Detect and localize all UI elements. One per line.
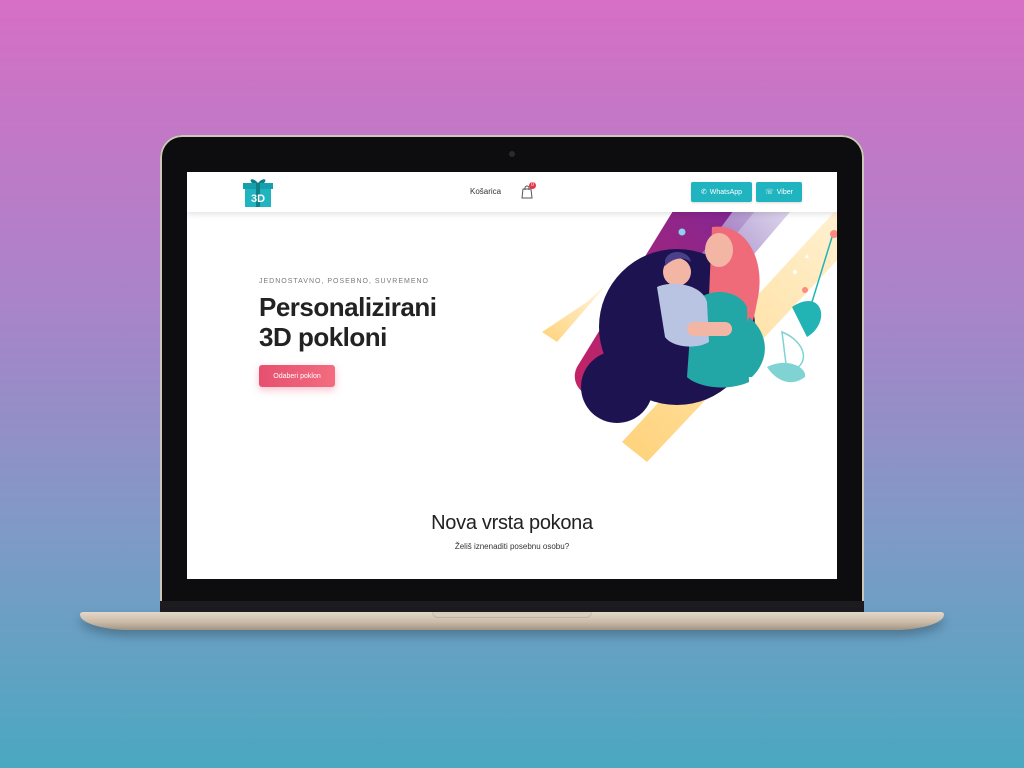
viber-icon: ☏ (765, 189, 774, 196)
laptop-notch (432, 612, 592, 618)
laptop-lid: 3D Košarica 0 ✆ WhatsApp ☏ Viber JEDNOST… (160, 135, 864, 617)
cart-count-badge: 0 (529, 182, 536, 189)
section-title: Nova vrsta pokona (431, 512, 593, 534)
hero-title-line1: Personalizirani (259, 292, 437, 322)
viber-button[interactable]: ☏ Viber (756, 182, 802, 202)
site-header: 3D Košarica 0 ✆ WhatsApp ☏ Viber (187, 172, 837, 212)
hero-title: Personalizirani 3D pokloni (259, 292, 437, 352)
section-subtitle: Želiš iznenaditi posebnu osobu? (454, 542, 570, 551)
logo-text: 3D (251, 193, 265, 205)
browser-screen: 3D Košarica 0 ✆ WhatsApp ☏ Viber JEDNOST… (187, 172, 837, 579)
gift-logo-icon[interactable]: 3D (241, 175, 275, 209)
hero-title-line2: 3D pokloni (259, 322, 387, 352)
nav-cart-link[interactable]: Košarica (470, 187, 501, 196)
hero-eyebrow: JEDNOSTAVNO, POSEBNO, SUVREMENO (259, 278, 429, 285)
whatsapp-icon: ✆ (700, 189, 707, 196)
whatsapp-button[interactable]: ✆ WhatsApp (691, 182, 752, 202)
choose-gift-button[interactable]: Odaberi poklon (259, 365, 335, 387)
hero-illustration (542, 192, 837, 462)
viber-label: Viber (776, 188, 793, 196)
whatsapp-label: WhatsApp (709, 188, 743, 196)
webcam (509, 151, 515, 157)
laptop-base (80, 612, 944, 630)
